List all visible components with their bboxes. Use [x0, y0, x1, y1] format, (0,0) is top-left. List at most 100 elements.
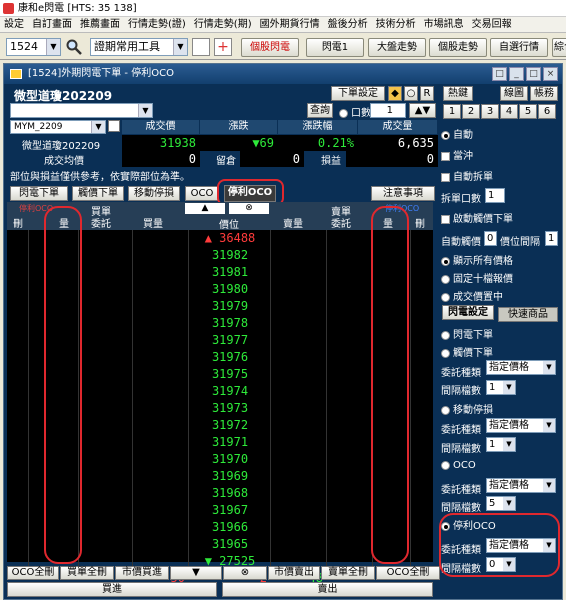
bottom-button-0[interactable]: OCO全刪: [7, 566, 59, 580]
touch-order-option[interactable]: 觸價下單: [441, 344, 558, 359]
oco-gap-select[interactable]: 5 ▼: [486, 496, 516, 511]
bottom-button-1[interactable]: 買單全刪: [60, 566, 114, 580]
menu-item-1[interactable]: 自訂畫面: [28, 17, 76, 33]
ladder-price[interactable]: 31982: [189, 247, 271, 264]
auto-touch-input[interactable]: 0: [484, 231, 497, 246]
flash-order-radio[interactable]: [441, 330, 450, 340]
ladder-price[interactable]: 31975: [189, 366, 271, 383]
lots-stepper[interactable]: ▲▼: [409, 103, 436, 118]
ladder-price[interactable]: 31969: [189, 468, 271, 485]
product-select[interactable]: ▼: [10, 103, 153, 118]
lots-radio[interactable]: [339, 108, 348, 118]
chevron-down-icon[interactable]: ▼: [543, 419, 555, 432]
start-touch-option[interactable]: 啟動觸價下單: [441, 210, 558, 225]
chevron-down-icon[interactable]: ▼: [173, 39, 187, 55]
chevron-down-icon[interactable]: ▼: [543, 361, 555, 374]
chevron-down-icon[interactable]: ▼: [503, 438, 515, 451]
gap-ticks-select[interactable]: 1 ▼: [486, 380, 516, 395]
ladder-price[interactable]: 31974: [189, 383, 271, 400]
tool-combo[interactable]: 證期常用工具 ▼: [90, 38, 188, 56]
touch-order-radio[interactable]: [441, 348, 450, 358]
flash-stock-button[interactable]: 個股閃電: [241, 38, 299, 57]
search-icon[interactable]: [66, 39, 82, 55]
account-tab-5[interactable]: 5: [519, 104, 537, 119]
ladder-price[interactable]: 31978: [189, 315, 271, 332]
move-stop-gap-select[interactable]: 1 ▼: [486, 437, 516, 452]
ladder-price[interactable]: ▲ 36488: [189, 230, 271, 247]
ladder-price[interactable]: 31967: [189, 502, 271, 519]
account-tab-2[interactable]: 2: [462, 104, 480, 119]
account-tab-6[interactable]: 6: [538, 104, 556, 119]
stock-trend-button[interactable]: 個股走勢: [429, 38, 487, 57]
menu-item-4[interactable]: 行情走勢(期): [190, 17, 256, 33]
menu-item-5[interactable]: 國外期貨行情: [256, 17, 324, 33]
buy-button[interactable]: 買進: [7, 582, 217, 597]
oco-kind-select[interactable]: 指定價格 ▼: [486, 478, 556, 493]
ladder-price[interactable]: 31966: [189, 519, 271, 536]
window-minimize-button[interactable]: _: [509, 67, 524, 81]
market-trend-button[interactable]: 大盤走勢: [368, 38, 426, 57]
oco-option[interactable]: OCO: [441, 460, 558, 471]
chevron-down-icon[interactable]: ▼: [503, 381, 515, 394]
bottom-button-5[interactable]: 市價賣出: [268, 566, 320, 580]
ladder-price[interactable]: 31968: [189, 485, 271, 502]
account-tab-3[interactable]: 3: [481, 104, 499, 119]
notice-button[interactable]: 注意事項: [371, 186, 435, 201]
ladder-price[interactable]: 31972: [189, 417, 271, 434]
oco-button[interactable]: OCO: [185, 186, 219, 201]
touch-order-button[interactable]: 觸價下單: [72, 186, 124, 201]
auto-option[interactable]: 自動: [441, 126, 558, 141]
stock-code-combo[interactable]: 1524 ▼: [6, 38, 61, 56]
center-price-option[interactable]: 成交價置中: [441, 288, 558, 303]
tab-flash-settings[interactable]: 閃電設定: [442, 305, 494, 320]
fixed-ten-option[interactable]: 固定十檔報價: [441, 270, 558, 285]
sell-button[interactable]: 賣出: [222, 582, 433, 597]
chart-button[interactable]: 線圖: [500, 86, 528, 101]
hotkey-button[interactable]: 熱鍵: [443, 86, 473, 101]
add-icon[interactable]: +: [214, 38, 232, 56]
auto-split-checkbox[interactable]: [441, 172, 450, 182]
ladder-price[interactable]: 31976: [189, 349, 271, 366]
ladder-price[interactable]: 31973: [189, 400, 271, 417]
chevron-down-icon[interactable]: ▼: [138, 104, 152, 117]
scroll-up-button[interactable]: ▲: [185, 203, 225, 214]
auto-split-option[interactable]: 自動拆單: [441, 168, 558, 183]
arrow-updown-icon[interactable]: ◆: [388, 86, 402, 101]
ladder-price[interactable]: 31970: [189, 451, 271, 468]
menu-item-0[interactable]: 設定: [0, 17, 28, 33]
account-button[interactable]: 帳務: [530, 86, 558, 101]
symbol-config-icon[interactable]: [108, 120, 120, 132]
account-tab-4[interactable]: 4: [500, 104, 518, 119]
window-maximize-button[interactable]: □: [526, 67, 541, 81]
trailing-stop-button[interactable]: 移動停損: [128, 186, 180, 201]
price-gap-input[interactable]: 1: [545, 231, 558, 246]
menu-item-2[interactable]: 推薦畫面: [76, 17, 124, 33]
chevron-down-icon[interactable]: ▼: [91, 121, 105, 133]
move-stop-option[interactable]: 移動停損: [441, 401, 558, 416]
start-touch-checkbox[interactable]: [441, 214, 450, 224]
watchlist-button[interactable]: 自選行情: [490, 38, 548, 57]
ladder-price[interactable]: 31980: [189, 281, 271, 298]
ladder-price[interactable]: 31981: [189, 264, 271, 281]
account-tab-1[interactable]: 1: [443, 104, 461, 119]
refresh-button[interactable]: R: [420, 86, 434, 101]
fixed-ten-radio[interactable]: [441, 274, 450, 284]
tab-quick-products[interactable]: 快速商品: [498, 307, 558, 322]
ladder-price[interactable]: 31971: [189, 434, 271, 451]
show-all-prices-radio[interactable]: [441, 256, 450, 266]
window-close-button[interactable]: ×: [543, 67, 558, 81]
chevron-down-icon[interactable]: ▼: [503, 497, 515, 510]
ladder-price[interactable]: 31965: [189, 536, 271, 553]
flash-order-button[interactable]: 閃電下單: [10, 186, 68, 201]
order-settings-button[interactable]: 下單設定: [331, 86, 385, 101]
move-stop-kind-select[interactable]: 指定價格 ▼: [486, 418, 556, 433]
oco-radio[interactable]: [441, 460, 450, 470]
flash-order-option[interactable]: 閃電下單: [441, 326, 558, 341]
link-icon[interactable]: ○: [404, 86, 418, 101]
menu-item-8[interactable]: 市場訊息: [420, 17, 468, 33]
symbol-select[interactable]: MYM_2209 ▼: [10, 120, 106, 134]
bottom-button-6[interactable]: 賣單全刪: [321, 566, 375, 580]
chevron-down-icon[interactable]: ▼: [543, 479, 555, 492]
summary-button[interactable]: 綜合: [552, 38, 566, 57]
bottom-button-4[interactable]: ⊗: [223, 566, 267, 580]
